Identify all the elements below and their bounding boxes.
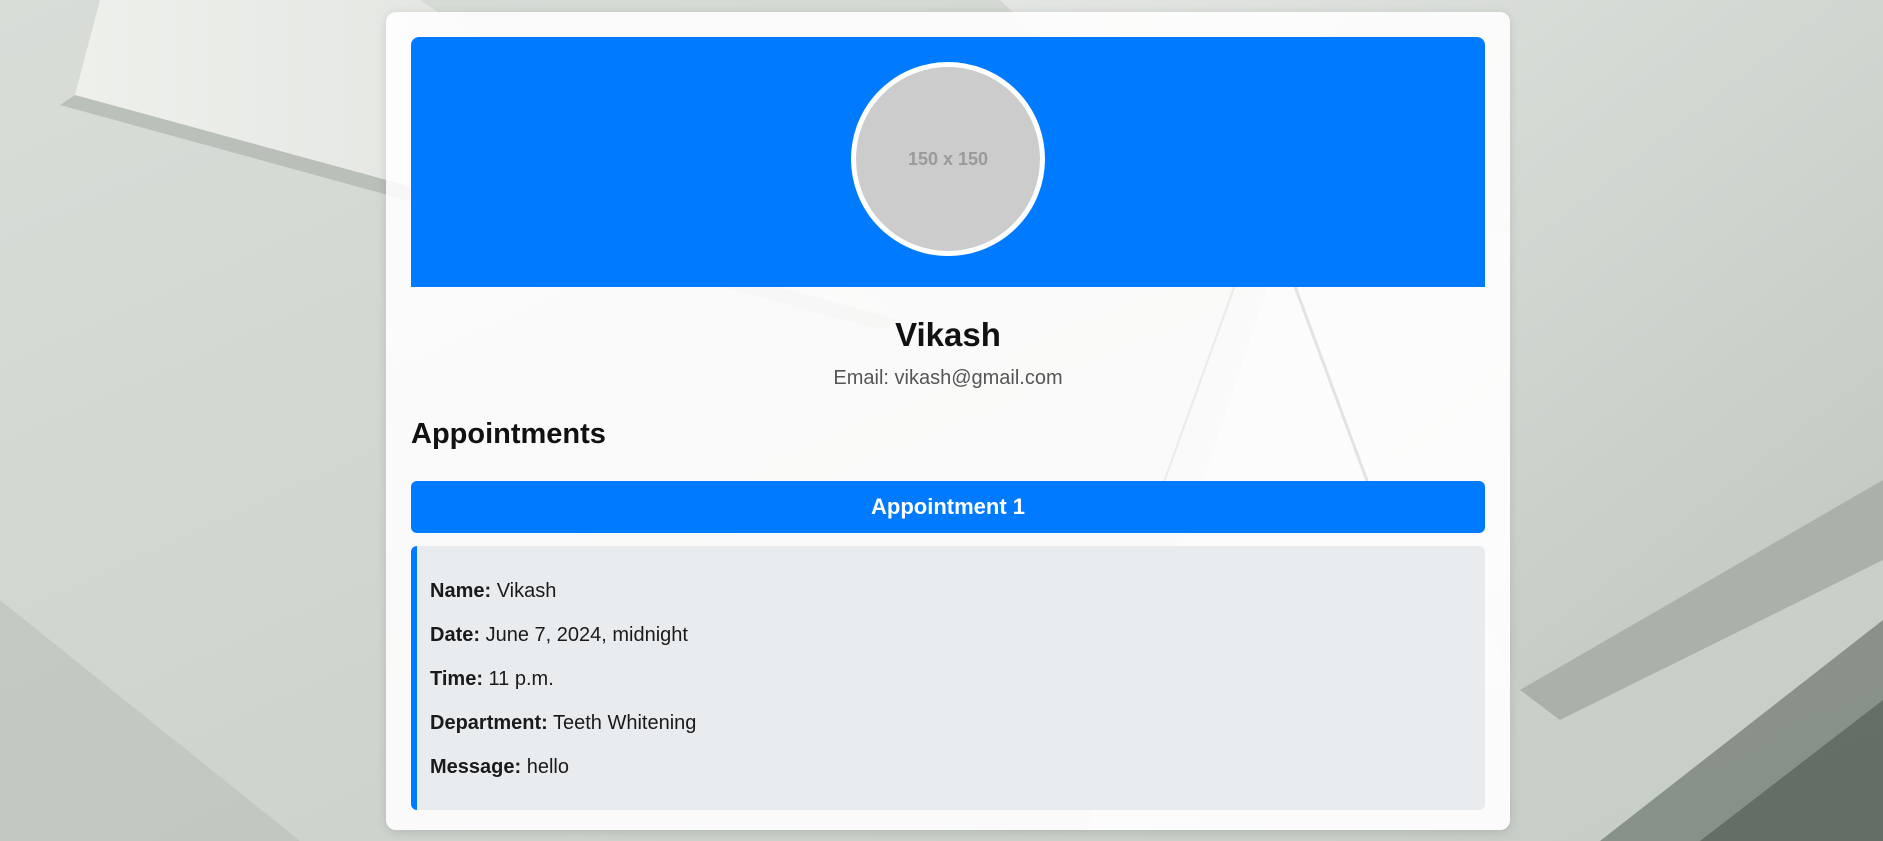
appointment-date-row: Date: June 7, 2024, midnight (430, 622, 1485, 666)
appointment-time-row: Time: 11 p.m. (430, 666, 1485, 710)
appointment-department-label: Department: (430, 711, 548, 734)
appointment-time-value: 11 p.m. (488, 667, 554, 690)
profile-header-banner: 150 x 150 (411, 37, 1485, 287)
appointment-date-label: Date: (430, 623, 481, 646)
appointment-message-row: Message: hello (430, 754, 1485, 798)
avatar: 150 x 150 (851, 62, 1045, 256)
appointment-header[interactable]: Appointment 1 (411, 480, 1485, 533)
appointment-date-value: June 7, 2024, midnight (485, 623, 688, 646)
appointment-message-label: Message: (430, 755, 522, 778)
appointment-name-label: Name: (430, 579, 492, 602)
appointment-department-row: Department: Teeth Whitening (430, 710, 1485, 754)
appointment-department-value: Teeth Whitening (553, 711, 697, 734)
avatar-placeholder-text: 150 x 150 (907, 148, 989, 169)
appointment-name-value: Vikash (496, 579, 557, 602)
profile-card: 150 x 150 Vikash Email: vikash@gmail.com… (386, 12, 1510, 830)
profile-name: Vikash (895, 316, 1001, 353)
profile-email: Email: vikash@gmail.com (833, 366, 1063, 389)
appointment-details: Name: Vikash Date: June 7, 2024, midnigh… (411, 545, 1485, 810)
appointment-header-label: Appointment 1 (871, 493, 1025, 519)
appointment-time-label: Time: (430, 667, 483, 690)
appointments-heading: Appointments (411, 417, 606, 450)
appointment-message-value: hello (526, 755, 569, 778)
appointment-name-row: Name: Vikash (430, 578, 1485, 622)
